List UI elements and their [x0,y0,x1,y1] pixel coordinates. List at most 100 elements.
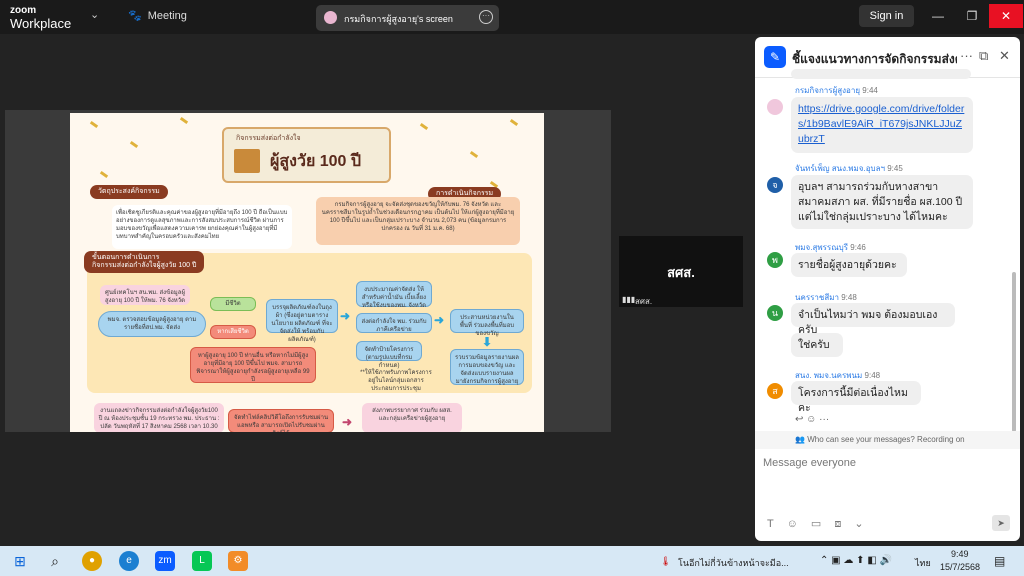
arrow-icon: ➜ [340,309,351,323]
more-options-icon[interactable]: ··· [479,10,493,24]
drive-link[interactable]: https://drive.google.com/drive/folders/1… [798,103,964,145]
message-time: 9:44 [862,86,878,95]
compose-toolbar: T ☺ ▭ ⧈ ⌄ [767,517,864,531]
process-pill-line2: กิจกรรมส่งต่อกำลังใจผู้สูงวัย 100 ปี [92,262,197,269]
message-bubble: รายชื่อผู้สูงอายุด้วยคะ [791,253,907,277]
arrow-down-icon: ⬇ [482,335,493,349]
more-icon[interactable]: ··· [960,48,973,63]
emoji-react-icon[interactable]: ☺ [806,414,816,425]
message-time: 9:48 [841,293,857,302]
message-time: 9:48 [864,371,881,380]
screen-share-tab[interactable]: กรมกิจการผู้สูงอายุ's screen ··· [316,5,499,31]
settings-app-icon[interactable]: ⚙ [228,551,248,571]
presenter-avatar [324,11,337,24]
operation-text: กรมกิจการผู้สูงอายุ จะจัดส่งชุดของขวัญให… [316,197,520,245]
signal-icon: ▮▮▮ [622,295,636,304]
sender-name: นครราชสีมา [795,293,839,302]
close-icon[interactable]: ✕ [989,4,1023,28]
reply-icon[interactable]: ↩ [795,414,803,425]
chrome-icon[interactable]: ● [82,551,102,571]
avatar: พ [767,252,783,268]
thermometer-icon: 🌡 [660,556,672,566]
message-bubble: ใช่ครับ [791,333,843,357]
language-indicator[interactable]: ไทย [915,556,931,570]
chat-sender: จันทร์เพ็ญ สนง.พมจ.อุบลฯ 9:45 [795,162,903,175]
more-icon[interactable]: ··· [819,414,829,425]
arrow-icon: ➜ [434,313,445,327]
logo-line2: Workplace [10,16,72,31]
step-visit: ส่งต่อกำลังใจ พม. ร่วมกับภาคีเครือข่าย [356,313,432,333]
process-pill: ขั้นตอนการดำเนินการ กิจกรรมส่งต่อกำลังใจ… [84,251,205,273]
screenshot-icon[interactable]: ⧈ [834,518,841,530]
message-actions: ↩ ☺ ··· [795,414,829,425]
chat-scrollbar[interactable] [1012,272,1016,432]
participant-tile[interactable]: สศส. ▮▮▮ สศส. [619,236,743,307]
bottom-left-box: งานแถลงข่าวกิจกรรมส่งต่อกำลังใจผู้สูงวัย… [94,403,224,432]
message-bubble: จำเป็นไหมว่า พมจ ต้องมอบเองครับ [791,303,955,336]
step-dead-note: หาผู้สูงอายุ 100 ปี ท่านอื่น หรือหากไม่ม… [190,347,316,383]
shared-slide: กิจกรรมส่งต่อกำลังใจ ผู้สูงวัย 100 ปี วั… [70,113,544,432]
step-report: ประสานหน่วยงานในพื้นที่ ร่วมลงพื้นที่มอบ… [450,309,524,337]
chat-messages: กรมกิจการผู้สูงอายุ 9:44 https://drive.g… [755,69,1020,449]
sender-name: จันทร์เพ็ญ สนง.พมจ.อุบลฯ [795,164,885,173]
share-label: กรมกิจการผู้สูงอายุ's screen [344,14,453,24]
chevron-down-icon[interactable]: ⌄ [854,518,863,530]
edge-icon[interactable]: e [119,551,139,571]
bottom-right-box: ส่งภาพบรรยากาศ ร่วมกับ ผสส. และกลุ่มเครื… [362,403,462,432]
windows-start-icon[interactable]: ⊞ [10,551,30,571]
clock-time[interactable]: 9:49 [951,549,969,559]
participant-label: สศส. [635,297,653,306]
close-chat-icon[interactable]: ✕ [999,48,1010,64]
step-photo: จัดทำป้ายโครงการ (ตามรูปแบบที่กรมกำหนด) [356,341,422,369]
weather-text[interactable]: โนอีกไม่กี่วันข้างหน้าจะมีอ... [678,556,789,570]
chat-sender: กรมกิจการผู้สูงอายุ 9:44 [795,84,878,97]
notification-icon[interactable]: ▤ [994,554,1005,568]
file-icon[interactable]: ▭ [811,518,821,530]
step-dead: หากเสียชีวิต [210,325,256,339]
minimize-icon[interactable]: — [921,4,955,28]
notice-text: Who can see your messages? Recording on [807,435,965,444]
message-time: 9:46 [850,243,866,252]
participant-name: สศส. [667,265,695,280]
search-icon[interactable]: ⌕ [45,551,65,571]
taskbar: ⊞ ⌕ ● e zm L ⚙ 🌡 โนอีกไม่กี่วันข้างหน้าจ… [0,546,1024,576]
message-input[interactable]: Message everyone [763,457,856,469]
sender-name: พมจ.สุพรรณบุรี [795,243,849,252]
zoom-app-icon[interactable]: zm [155,551,175,571]
avatar: จ [767,177,783,193]
line-app-icon[interactable]: L [192,551,212,571]
chat-panel: ✎ ชี้แจงแนวทางการจัดกิจกรรมส่งต่อก... ··… [755,37,1020,541]
title-bar: zoom Workplace ⌄ 🐾 Meeting กรมกิจการผู้ส… [0,0,1024,34]
objective-text: เพื่อเชิดชูเกียรติและคุณค่าของผู้สูงอายุ… [112,205,292,249]
sender-name: กรมกิจการผู้สูงอายุ [795,86,861,95]
footnote: **ให้ใช้ภาพรับภาพโครงการ อยู่ในไลน์กลุ่ม… [360,370,432,392]
chat-title: ชี้แจงแนวทางการจัดกิจกรรมส่งต่อก... [792,52,957,66]
chat-icon: ✎ [764,46,786,68]
bottom-mid-box: จัดทำไฟล์คลิปวิดีโอถึงการรับชมผ่านแอพหรื… [228,409,334,432]
message-bubble: https://drive.google.com/drive/folders/1… [791,97,973,153]
step-summary: รวบรวมข้อมูลรายงานผล การมอบของขวัญ และจั… [450,349,524,385]
meeting-label: Meeting [147,9,187,22]
zoom-logo: zoom Workplace [10,4,71,30]
format-text-icon[interactable]: T [767,518,774,530]
popout-icon[interactable]: ⧉ [979,48,988,64]
avatar [767,99,783,115]
restore-icon[interactable]: ❐ [955,4,989,28]
step-received: ศูนย์เทคโนฯ สน.พม. ส่งข้อมูลผู้สูงอายุ 1… [100,285,190,305]
step-alive: มีชีวิต [210,297,256,311]
message-bubble: โครงการนี้มีต่อเนื่องไหมคะ [791,381,921,414]
sign-in-button[interactable]: Sign in [859,5,914,27]
avatar: ส [767,383,783,399]
banner-title: ผู้สูงวัย 100 ปี [270,153,362,170]
meeting-menu[interactable]: 🐾 Meeting [128,9,187,23]
send-icon[interactable]: ➤ [992,515,1010,531]
step-check: พมจ. ตรวจสอบข้อมูลผู้สูงอายุ ตามรายชื่อท… [98,311,206,337]
clock-date[interactable]: 15/7/2568 [940,562,980,572]
avatar: น [767,305,783,321]
arrow-icon: ➜ [342,415,353,429]
visibility-notice[interactable]: 👥 Who can see your messages? Recording o… [755,431,1020,449]
tray-icons[interactable]: ⌃ ▣ ☁ ⬆ ◧ 🔊 [820,555,892,566]
chevron-down-icon[interactable]: ⌄ [90,8,99,21]
gift-icon [234,149,260,173]
emoji-icon[interactable]: ☺ [787,518,798,530]
